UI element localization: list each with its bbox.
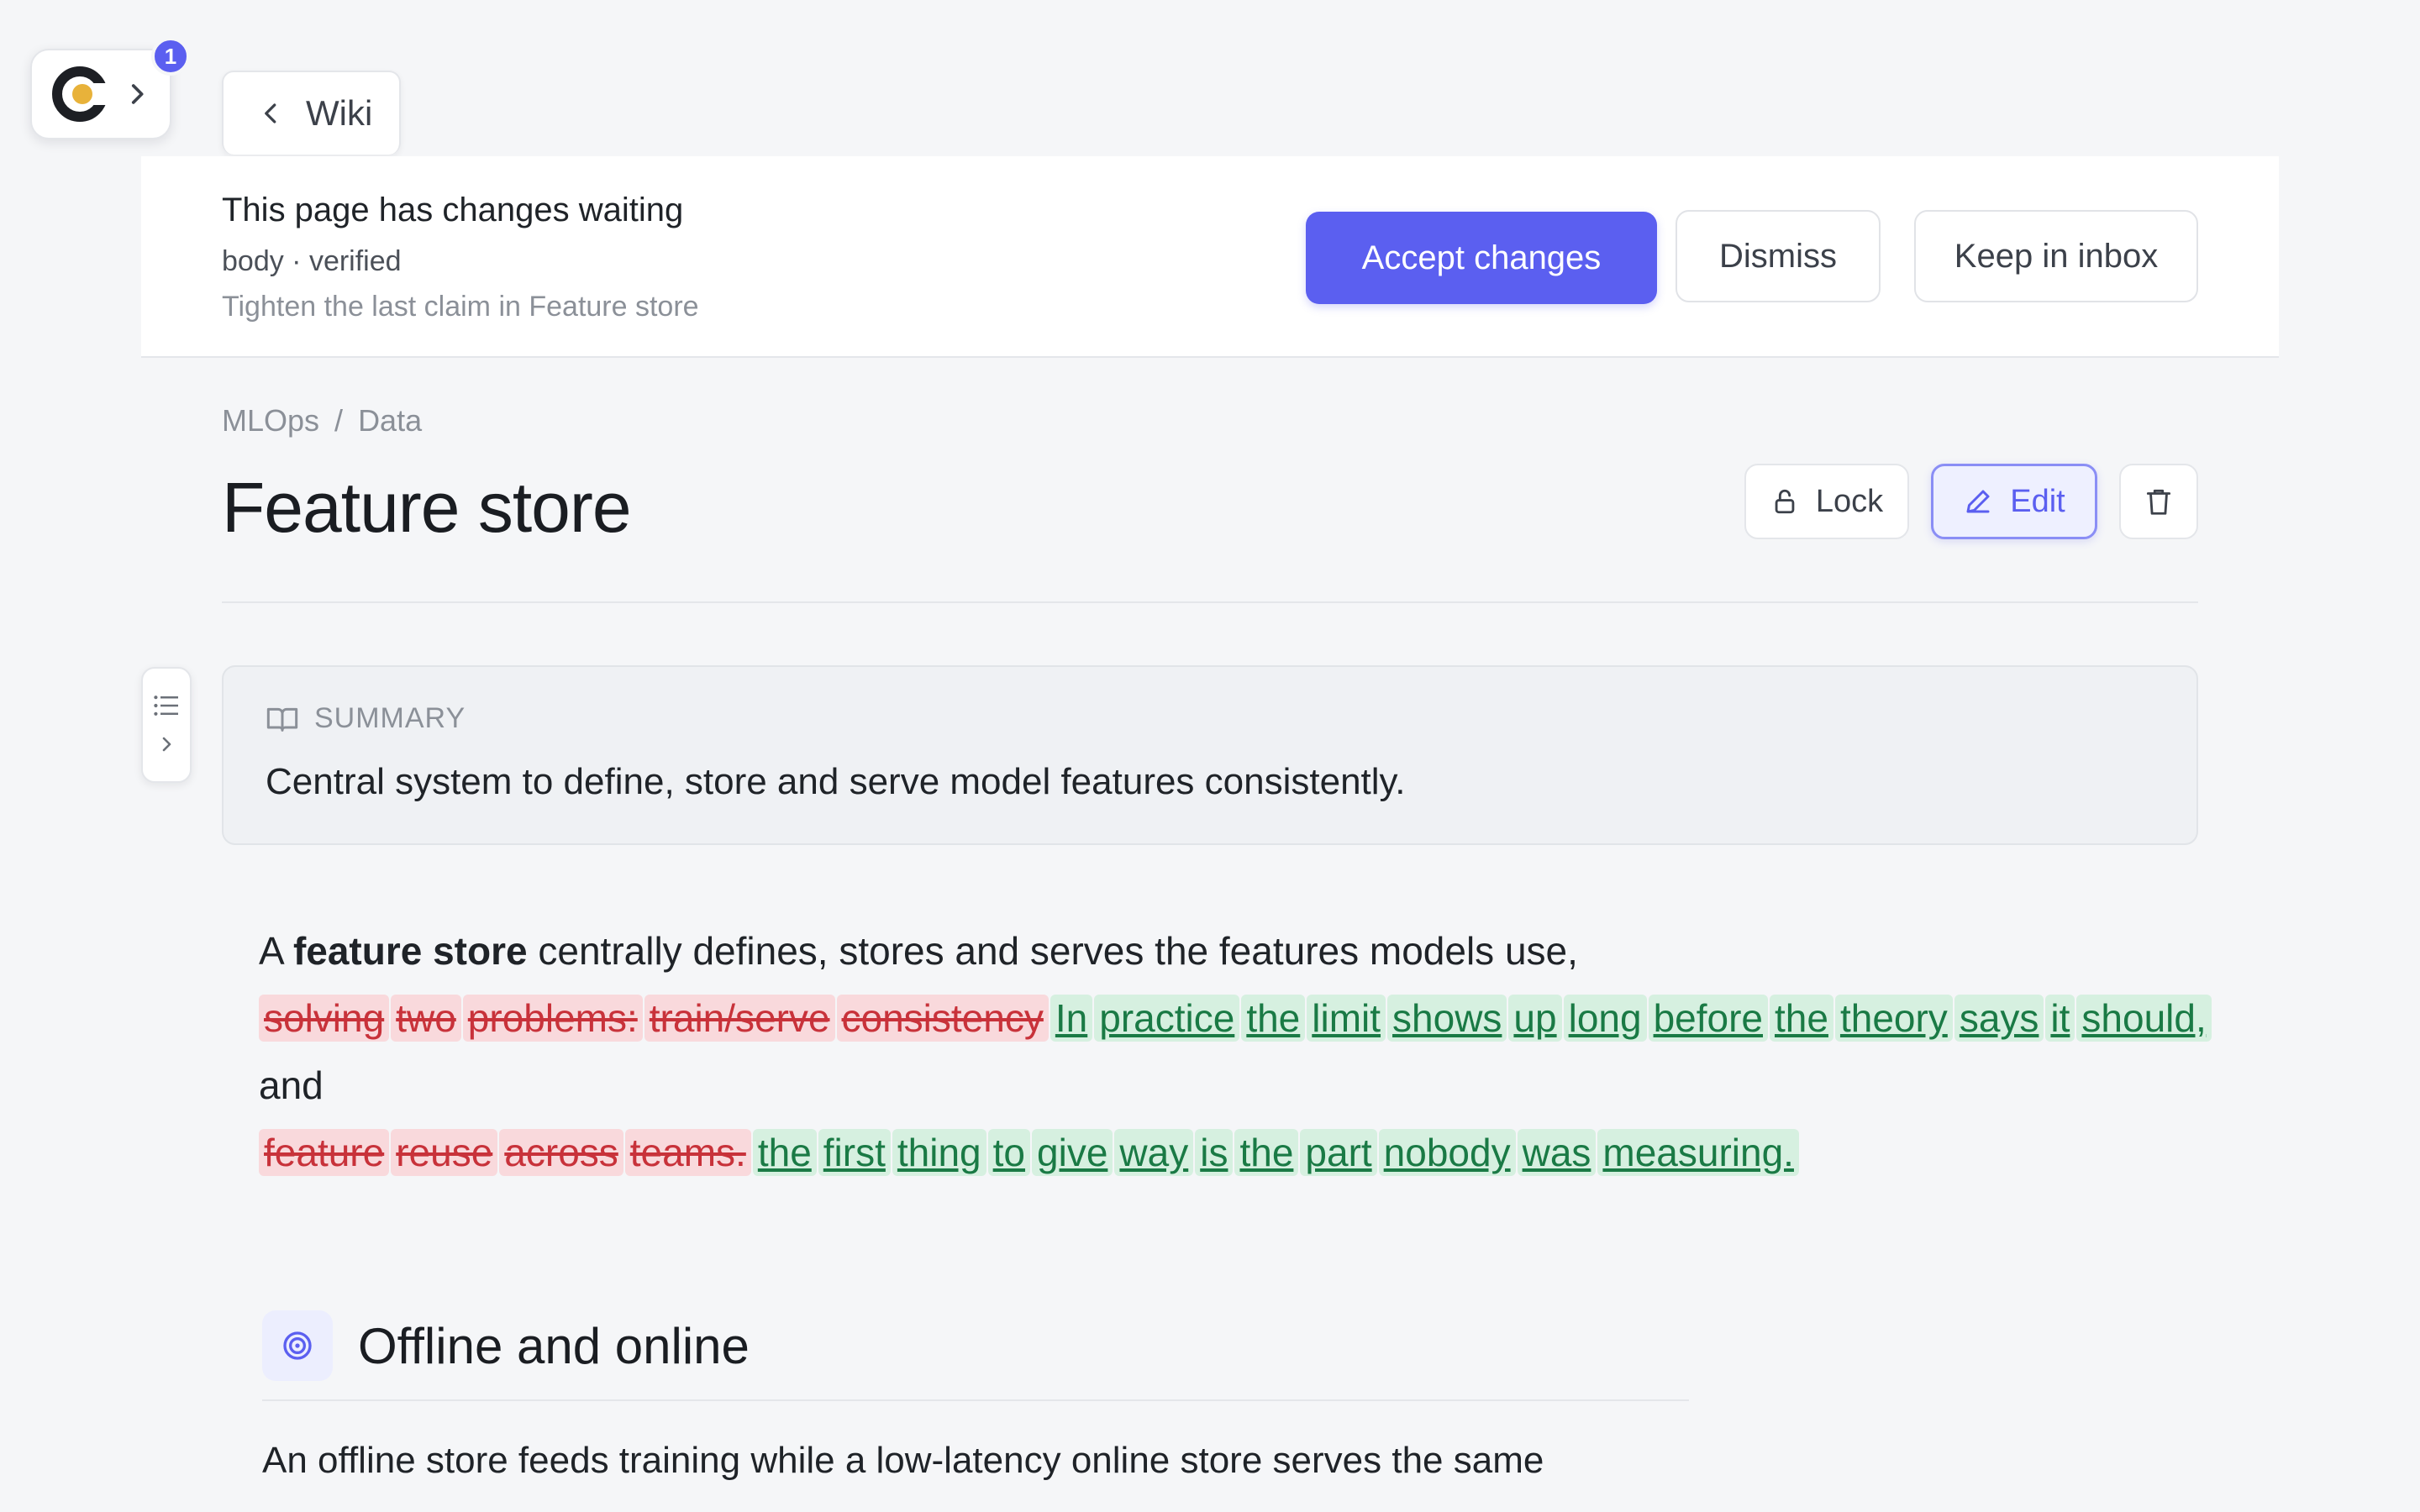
back-to-wiki-button[interactable]: Wiki	[222, 71, 402, 155]
inserted-word: way	[1114, 1129, 1194, 1176]
inserted-word: was	[1517, 1129, 1597, 1176]
inserted-word: up	[1508, 995, 1562, 1042]
summary-text: Central system to define, store and serv…	[266, 761, 1406, 802]
breadcrumb-item-data[interactable]: Data	[358, 403, 422, 438]
chevron-left-icon	[265, 103, 276, 123]
inserted-word: the	[1770, 995, 1833, 1042]
app-logo-icon	[52, 66, 109, 122]
inserted-word: In	[1050, 995, 1093, 1042]
inserted-word: to	[987, 1129, 1031, 1176]
inserted-word: give	[1032, 1129, 1113, 1176]
banner-description: Tighten the last claim in Feature store	[222, 291, 699, 323]
breadcrumb-item-mlops[interactable]: MLOps	[222, 403, 319, 438]
section-text: An offline store feeds training while a …	[262, 1440, 1544, 1481]
deleted-word: teams.	[624, 1129, 751, 1176]
list-icon	[154, 696, 178, 716]
body-paragraph: A feature store centrally defines, store…	[259, 917, 2212, 1186]
breadcrumb-separator: /	[334, 403, 344, 438]
inserted-word: the	[1241, 995, 1306, 1042]
deleted-word: problems:	[462, 995, 643, 1042]
unlock-icon	[1775, 489, 1795, 514]
inserted-word: it	[2045, 995, 2075, 1042]
inserted-word: the	[1234, 1129, 1299, 1176]
inserted-word: theory	[1834, 995, 1953, 1042]
inserted-word: measuring.	[1597, 1129, 1799, 1176]
deleted-word: reuse	[391, 1129, 498, 1176]
banner-title: This page has changes waiting	[222, 192, 684, 228]
inserted-word: part	[1300, 1129, 1377, 1176]
inserted-word: thing	[892, 1129, 986, 1176]
section-heading: Offline and online	[358, 1318, 750, 1374]
target-icon	[262, 1310, 333, 1381]
dismiss-button[interactable]: Dismiss	[1676, 210, 1881, 302]
pending-changes-banner: This page has changes waiting body · ver…	[141, 156, 2279, 358]
inserted-word: is	[1195, 1129, 1234, 1176]
chevron-right-icon	[162, 737, 171, 752]
inserted-word: should,	[2076, 995, 2212, 1042]
section-divider	[262, 1399, 1689, 1401]
body-text: centrally defines, stores and serves the…	[527, 929, 1578, 973]
deleted-word: consistency	[836, 995, 1049, 1042]
lock-button[interactable]: Lock	[1744, 464, 1909, 539]
book-open-icon	[266, 707, 298, 732]
inserted-word: first	[818, 1129, 891, 1176]
summary-label: SUMMARY	[314, 702, 466, 734]
title-divider	[222, 601, 2198, 603]
summary-box: SUMMARY Central system to define, store …	[222, 665, 2198, 845]
body-bold-term: feature store	[292, 929, 528, 973]
inserted-word: long	[1563, 995, 1647, 1042]
chevron-right-icon	[131, 84, 144, 104]
edit-button[interactable]: Edit	[1931, 464, 2097, 539]
inserted-word: the	[752, 1129, 817, 1176]
lock-label: Lock	[1815, 483, 1884, 519]
body-lead: A	[259, 929, 293, 973]
breadcrumb: MLOps / Data	[222, 403, 422, 438]
inserted-word: says	[1954, 995, 2044, 1042]
toc-toggle[interactable]	[141, 667, 192, 783]
deleted-word: train/serve	[644, 995, 835, 1042]
summary-heading: SUMMARY	[266, 702, 466, 735]
inserted-word: nobody	[1378, 1129, 1516, 1176]
back-label: Wiki	[306, 93, 373, 133]
accept-changes-button[interactable]: Accept changes	[1306, 212, 1657, 304]
deleted-word: feature	[259, 1129, 390, 1176]
keep-in-inbox-button[interactable]: Keep in inbox	[1914, 210, 2198, 302]
page-title: Feature store	[222, 468, 632, 547]
app-switcher[interactable]	[30, 49, 171, 139]
inserted-word: limit	[1307, 995, 1386, 1042]
notification-badge: 1	[151, 37, 190, 76]
inserted-word: before	[1648, 995, 1768, 1042]
pencil-icon	[1966, 490, 1990, 513]
edit-label: Edit	[2010, 483, 2065, 519]
delete-button[interactable]	[2119, 464, 2198, 539]
deleted-word: two	[391, 995, 461, 1042]
inserted-word: shows	[1387, 995, 1507, 1042]
trash-icon	[2146, 489, 2171, 515]
inserted-word: practice	[1094, 995, 1240, 1042]
banner-meta: body · verified	[222, 245, 402, 277]
deleted-word: across	[499, 1129, 623, 1176]
body-text: and	[259, 1063, 324, 1107]
target-icon-glyph	[283, 1331, 312, 1360]
deleted-word: solving	[259, 995, 390, 1042]
